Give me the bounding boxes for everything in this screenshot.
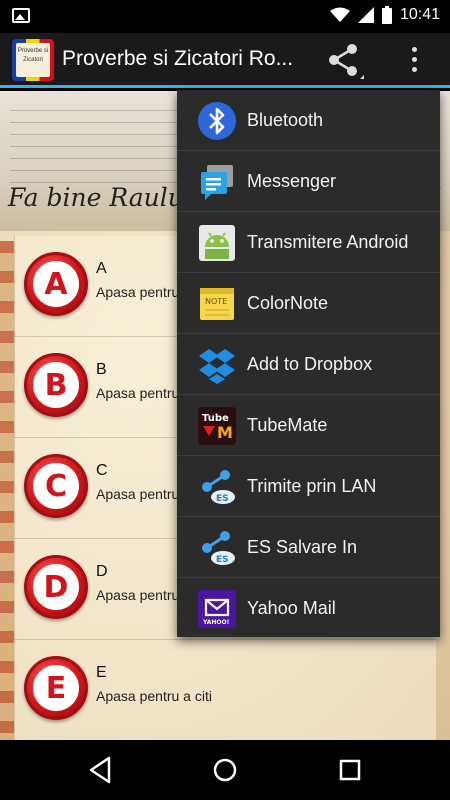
list-item-title: D xyxy=(96,563,108,580)
share-item-label: Bluetooth xyxy=(247,110,324,130)
share-item-messenger[interactable]: Messenger xyxy=(177,151,440,212)
letter-badge-letter: B xyxy=(33,362,79,408)
back-button[interactable] xyxy=(75,752,125,788)
home-button[interactable] xyxy=(200,752,250,788)
app-icon[interactable]: Proverbe si Zicatori xyxy=(12,39,54,81)
overflow-dot-icon xyxy=(412,67,417,72)
colornote-icon: NOTE xyxy=(200,288,234,320)
share-icon xyxy=(329,44,364,79)
es-share-icon: ES xyxy=(202,470,235,504)
letter-badge-letter: C xyxy=(33,463,79,509)
banner-text: Fa bine Raulu xyxy=(8,183,184,212)
letter-badge-letter: A xyxy=(33,261,79,307)
letter-badge-letter: D xyxy=(33,564,79,610)
home-icon xyxy=(213,758,237,782)
share-item-label: Messenger xyxy=(247,171,337,191)
yahoo-icon-text: YAHOO! xyxy=(202,619,229,626)
navigation-bar xyxy=(0,740,450,800)
wifi-icon xyxy=(329,7,350,22)
overflow-dot-icon xyxy=(412,47,417,52)
list-item-subtitle: Apasa pentru xyxy=(96,284,180,300)
es-save-icon: ES xyxy=(202,531,235,565)
share-item-tubemate[interactable]: Tube M TubeMate xyxy=(177,395,440,456)
share-button[interactable] xyxy=(322,41,366,81)
messenger-icon xyxy=(201,165,233,200)
share-item-es-salvare-in[interactable]: ES ES Salvare In xyxy=(177,517,440,578)
back-icon xyxy=(89,756,111,784)
letter-badge-icon: B xyxy=(24,353,88,417)
bluetooth-icon xyxy=(198,102,236,140)
share-item-yahoo-mail[interactable]: YAHOO! Yahoo Mail xyxy=(177,578,440,639)
recents-icon xyxy=(339,759,361,781)
list-item-subtitle: Apasa pentru xyxy=(96,587,180,603)
list-item-letter-e[interactable]: E E Apasa pentru a citi xyxy=(14,640,436,740)
list-item-title: E xyxy=(96,664,107,681)
share-item-label: Transmitere Android xyxy=(247,232,409,252)
letter-badge-icon: A xyxy=(24,252,88,316)
letter-badge-icon: E xyxy=(24,656,88,720)
letter-badge-letter: E xyxy=(33,665,79,711)
list-item-subtitle: Apasa pentru xyxy=(96,385,180,401)
list-item-title: A xyxy=(96,260,107,277)
overflow-dot-icon xyxy=(412,57,417,62)
status-time: 10:41 xyxy=(399,6,440,23)
share-item-label: Yahoo Mail xyxy=(247,598,336,618)
decorative-berries xyxy=(0,241,14,740)
share-item-trimite-prin-lan[interactable]: ES Trimite prin LAN xyxy=(177,456,440,517)
tubemate-icon-letter: M xyxy=(217,423,233,442)
share-item-bluetooth[interactable]: Bluetooth xyxy=(177,90,440,151)
battery-icon xyxy=(381,6,392,24)
share-item-label: TubeMate xyxy=(247,415,328,435)
share-item-label: Trimite prin LAN xyxy=(247,476,377,496)
share-item-android-beam[interactable]: Transmitere Android xyxy=(177,212,440,273)
yahoo-mail-icon: YAHOO! xyxy=(198,590,236,628)
list-item-subtitle: Apasa pentru a citi xyxy=(96,688,212,704)
tubemate-icon: Tube M xyxy=(198,407,236,445)
letter-badge-icon: D xyxy=(24,555,88,619)
es-badge-text: ES xyxy=(216,555,229,565)
android-icon xyxy=(199,225,235,261)
overflow-menu-button[interactable] xyxy=(398,41,430,81)
letter-badge-icon: C xyxy=(24,454,88,518)
dropbox-icon xyxy=(199,349,235,384)
share-item-label: Add to Dropbox xyxy=(247,354,373,374)
share-item-label: ES Salvare In xyxy=(247,537,358,557)
action-bar: Proverbe si Zicatori Proverbe si Zicator… xyxy=(0,33,450,88)
gallery-notification-icon xyxy=(12,8,30,23)
list-item-title: C xyxy=(96,462,108,479)
status-bar: 10:41 xyxy=(0,0,450,33)
share-item-colornote[interactable]: NOTE ColorNote xyxy=(177,273,440,334)
share-item-dropbox[interactable]: Add to Dropbox xyxy=(177,334,440,395)
app-icon-label: Proverbe si Zicatori xyxy=(16,43,50,77)
app-title: Proverbe si Zicatori Ro... xyxy=(62,47,294,70)
signal-icon xyxy=(357,7,374,23)
share-menu: Bluetooth Messenger Transmitere Android xyxy=(177,90,440,637)
list-item-subtitle: Apasa pentru xyxy=(96,486,180,502)
es-badge-text: ES xyxy=(216,494,229,504)
list-item-title: B xyxy=(96,361,107,378)
colornote-icon-text: NOTE xyxy=(205,297,227,306)
share-item-label: ColorNote xyxy=(247,293,329,313)
recents-button[interactable] xyxy=(325,752,375,788)
